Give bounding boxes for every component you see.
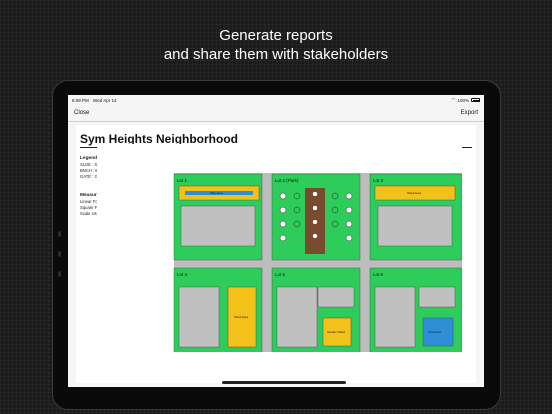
- lot-1[interactable]: Lot 1 Play area: [173, 173, 263, 261]
- lot-4-label: Lot 4: [177, 272, 188, 277]
- garage: [418, 286, 456, 308]
- house: [374, 286, 416, 348]
- site-map-svg: Lot 1 Play area Lot 2 (Park) Lot 3 Shed …: [97, 144, 463, 354]
- play-area-label: Play area: [210, 191, 223, 195]
- shed-label: Shed Area: [407, 191, 421, 195]
- lot-2-label: Lot 2 (Park): [275, 178, 299, 183]
- site-map: Lot 1 Play area Lot 2 (Park) Lot 3 Shed …: [97, 144, 463, 354]
- battery-percent: 100%: [457, 97, 469, 103]
- battery-icon: [471, 98, 480, 102]
- side-button: [58, 271, 61, 277]
- home-indicator[interactable]: [222, 381, 346, 384]
- garage: [317, 286, 355, 308]
- lot-6-label: Lot 6: [373, 272, 384, 277]
- close-button[interactable]: Close: [74, 110, 89, 116]
- shed-label: Shed Area: [234, 315, 248, 319]
- status-date: Wed Apr 14: [93, 97, 117, 103]
- lot-2-park[interactable]: Lot 2 (Park): [271, 173, 361, 261]
- side-button: [58, 251, 61, 257]
- wifi-icon: ◠: [451, 97, 456, 102]
- lot-6[interactable]: Lot 6 Pool Area: [369, 267, 463, 354]
- house: [377, 205, 453, 247]
- lot-1-label: Lot 1: [177, 178, 188, 183]
- house: [178, 286, 220, 348]
- navigation-bar: Close Export: [68, 105, 484, 122]
- garden-shed-label: Garden Shed: [327, 330, 345, 334]
- headline-line-2: and share them with stakeholders: [163, 46, 389, 63]
- status-bar: 6:09 PM Wed Apr 14 ◠ 100%: [68, 95, 484, 105]
- status-time: 6:09 PM: [72, 97, 89, 103]
- side-button: [58, 231, 61, 237]
- pool-label: Pool Area: [428, 330, 441, 334]
- house: [180, 205, 256, 247]
- lot-5[interactable]: Lot 5 Garden Shed: [271, 267, 361, 354]
- export-button[interactable]: Export: [461, 110, 478, 116]
- lot-4[interactable]: Lot 4 Shed Area: [173, 267, 263, 354]
- house: [276, 286, 318, 348]
- lot-5-label: Lot 5: [275, 272, 286, 277]
- headline-line-1: Generate reports: [219, 27, 333, 44]
- marketing-headline: Generate reports and share them with sta…: [0, 26, 552, 64]
- lot-3-label: Lot 3: [373, 178, 384, 183]
- lot-3[interactable]: Lot 3 Shed Area: [369, 173, 463, 261]
